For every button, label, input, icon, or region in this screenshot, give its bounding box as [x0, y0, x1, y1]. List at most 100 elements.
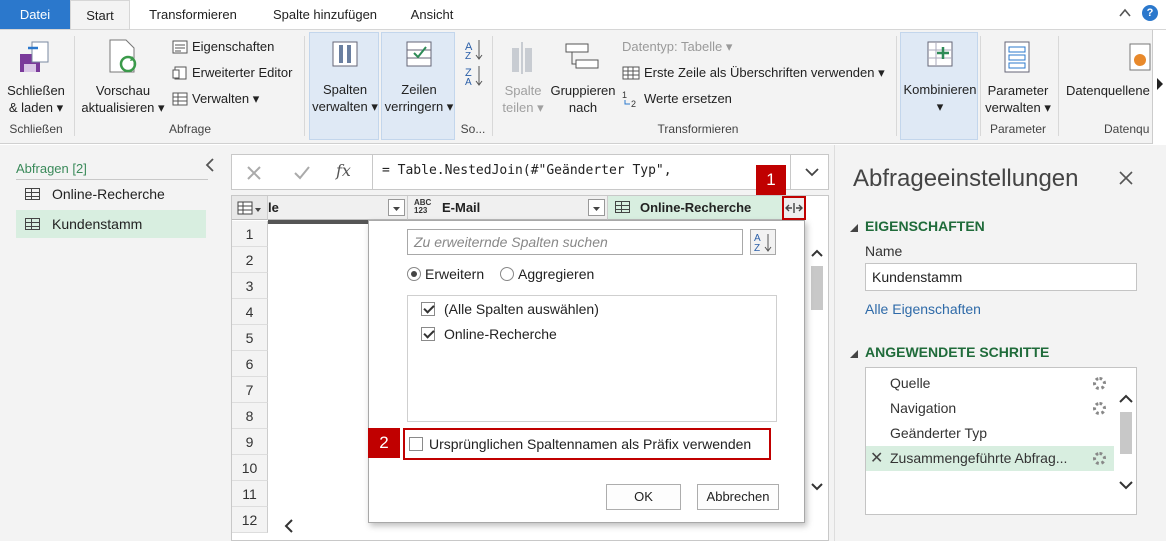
tab-ansicht[interactable]: Ansicht [398, 0, 466, 29]
tab-start[interactable]: Start [70, 0, 130, 30]
reduce-rows-button[interactable]: Zeilen verringern ▾ [381, 32, 455, 140]
column-list: (Alle Spalten auswählen) Online-Recherch… [407, 295, 777, 422]
group-separator [1058, 36, 1059, 136]
table-menu-button[interactable] [232, 196, 268, 220]
steps-scrollbar[interactable] [1116, 368, 1136, 514]
column-filter-button[interactable] [588, 199, 605, 216]
aggregate-radio[interactable] [500, 267, 514, 281]
combine-icon [927, 41, 953, 67]
ok-button[interactable]: OK [606, 484, 681, 510]
data-source-icon [1129, 43, 1151, 71]
expand-formula-icon[interactable] [804, 165, 820, 179]
group-separator [492, 36, 493, 136]
ribbon-scroll-right[interactable] [1152, 30, 1166, 144]
group-label-abfrage: Abfrage [168, 122, 212, 136]
properties-button[interactable]: Eigenschaften [172, 37, 274, 57]
query-item-online-recherche[interactable]: Online-Recherche [16, 180, 206, 208]
cancel-button[interactable]: Abbrechen [697, 484, 779, 510]
step-navigation[interactable]: Navigation [866, 396, 1114, 421]
vertical-scrollbar[interactable] [808, 246, 826, 496]
combine-button[interactable]: Kombinieren ▾ [900, 32, 978, 140]
query-name-input[interactable]: Kundenstamm [865, 263, 1137, 291]
step-quelle[interactable]: Quelle [866, 371, 1114, 396]
aggregate-radio-label: Aggregieren [518, 266, 595, 282]
column-header-partial[interactable]: le [268, 196, 408, 220]
column-search-input[interactable]: Zu erweiternde Spalten suchen [407, 229, 743, 255]
table-icon [622, 66, 640, 80]
column-filter-button[interactable] [388, 199, 405, 216]
step-label: Geänderter Typ [890, 425, 988, 441]
sort-columns-button[interactable]: A Z [750, 229, 776, 255]
advanced-editor-icon [172, 66, 187, 80]
help-icon[interactable]: ? [1142, 5, 1158, 21]
formula-input[interactable]: = Table.NestedJoin(#"Geänderter Typ", [382, 163, 792, 178]
column-header-email[interactable]: ABC 123 E-Mail [408, 196, 608, 220]
replace-values-icon: 1 2 [622, 90, 636, 108]
step-geaenderter-typ[interactable]: Geänderter Typ [866, 421, 1114, 446]
svg-text:2: 2 [631, 99, 636, 108]
refresh-preview-icon [109, 39, 137, 73]
replace-values-button[interactable]: 1 2 Werte ersetzen [622, 89, 732, 109]
close-load-button[interactable]: Schließen & laden ▾ [4, 34, 68, 118]
column-checkbox[interactable] [421, 327, 435, 341]
delete-step-icon[interactable]: ✕ [870, 446, 883, 471]
tab-datei[interactable]: Datei [0, 0, 70, 29]
close-pane-icon[interactable] [1117, 169, 1135, 187]
collapse-steps-icon[interactable] [849, 348, 859, 358]
gear-icon[interactable] [1093, 452, 1106, 465]
confirm-formula-icon[interactable] [290, 161, 314, 185]
table-icon [25, 218, 40, 230]
datatype-dropdown[interactable]: Datentyp: Tabelle ▾ [622, 37, 732, 57]
group-by-icon [565, 43, 599, 69]
row-number: 8 [232, 403, 268, 429]
manage-columns-icon [332, 41, 358, 67]
data-source-settings-button[interactable]: Datenquellene [1062, 34, 1152, 118]
sort-buttons[interactable]: A Z Z A [464, 36, 484, 96]
tab-transformieren[interactable]: Transformieren [134, 0, 252, 29]
column-header-online-recherche[interactable]: Online-Recherche [608, 196, 784, 220]
manage-columns-button[interactable]: Spalten verwalten ▾ [309, 32, 379, 140]
row-number: 9 [232, 429, 268, 455]
all-properties-link[interactable]: Alle Eigenschaften [865, 301, 981, 317]
cancel-formula-icon[interactable] [242, 161, 266, 185]
group-label-schliessen: Schließen [9, 122, 63, 136]
tab-spalte-hinzufuegen[interactable]: Spalte hinzufügen [258, 0, 392, 29]
table-icon [615, 201, 630, 213]
query-item-kundenstamm[interactable]: Kundenstamm [16, 210, 206, 238]
row-number: 12 [232, 507, 268, 533]
properties-section-header: EIGENSCHAFTEN [865, 218, 985, 234]
select-all-label: (Alle Spalten auswählen) [444, 301, 599, 317]
table-icon [172, 92, 188, 106]
svg-text:Z: Z [465, 51, 471, 62]
select-all-checkbox[interactable] [421, 302, 435, 316]
column-checkbox-label: Online-Recherche [444, 326, 557, 342]
collapse-properties-icon[interactable] [849, 222, 859, 232]
expand-column-popup: Zu erweiternde Spalten suchen A Z Erweit… [368, 220, 805, 523]
collapse-ribbon-icon[interactable] [1118, 6, 1132, 20]
first-row-headers-button[interactable]: Erste Zeile als Überschriften verwenden … [622, 63, 885, 83]
refresh-preview-button[interactable]: Vorschau aktualisieren ▾ [80, 34, 166, 118]
column-header-label: Online-Recherche [640, 200, 752, 215]
collapse-pane-icon[interactable] [203, 157, 217, 173]
manage-button[interactable]: Verwalten ▾ [172, 89, 259, 109]
gear-icon[interactable] [1093, 402, 1106, 415]
reduce-rows-icon [406, 41, 432, 67]
row-number: 2 [232, 247, 268, 273]
expand-radio[interactable] [407, 267, 421, 281]
query-settings-title: Abfrageeinstellungen [853, 165, 1079, 192]
queries-header: Abfragen [2] [16, 161, 87, 176]
query-item-label: Kundenstamm [52, 216, 143, 232]
step-zusammengefuehrte-abfragen[interactable]: ✕ Zusammengeführte Abfrag... [866, 446, 1114, 471]
manage-parameters-button[interactable]: Parameter verwalten ▾ [982, 34, 1054, 118]
group-by-button[interactable]: Gruppieren nach [548, 34, 618, 118]
step-label: Zusammengeführte Abfrag... [890, 450, 1068, 466]
ribbon-tab-strip: Datei Start Transformieren Spalte hinzuf… [0, 0, 1166, 30]
split-column-button[interactable]: Spalte teilen ▾ [498, 34, 548, 118]
svg-text:A: A [465, 77, 472, 86]
step-label: Navigation [890, 400, 957, 416]
advanced-editor-button[interactable]: Erweiterter Editor [172, 63, 292, 83]
formula-divider [790, 155, 791, 189]
gear-icon[interactable] [1093, 377, 1106, 390]
function-icon[interactable]: fx [336, 161, 360, 185]
column-header-label: le [268, 200, 279, 215]
